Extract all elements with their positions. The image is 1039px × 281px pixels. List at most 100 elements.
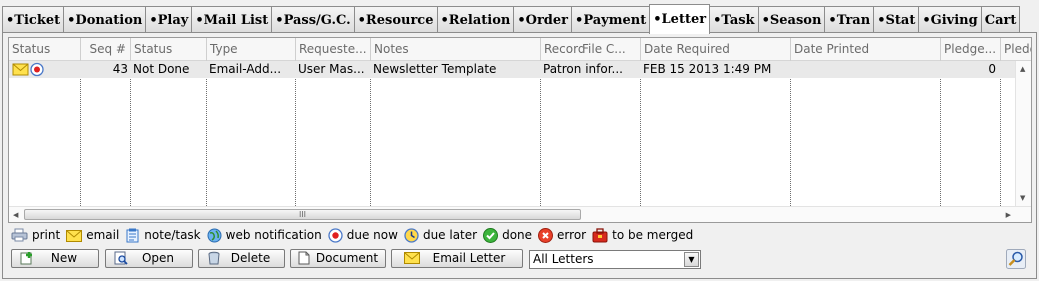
trash-icon xyxy=(208,251,220,265)
tab-season[interactable]: •Season xyxy=(757,6,826,33)
due-now-icon xyxy=(328,227,343,243)
email-letter-button[interactable]: Email Letter xyxy=(391,249,523,268)
tab-play[interactable]: •Play xyxy=(145,6,193,33)
column-divider xyxy=(80,61,81,206)
grid-header: Status Seq # Status Type Requeste... Not… xyxy=(9,38,1031,61)
email-icon xyxy=(12,62,44,77)
legend-error: error xyxy=(538,227,587,243)
tab-pass-gc[interactable]: •Pass/G.C. xyxy=(271,6,355,33)
column-divider xyxy=(295,61,296,206)
row-records: Patron infor... xyxy=(543,62,623,76)
col-date-printed[interactable]: Date Printed xyxy=(791,38,941,61)
letters-grid: Status Seq # Status Type Requeste... Not… xyxy=(8,37,1032,223)
row-notes: Newsletter Template xyxy=(373,62,497,76)
status-legend: print email note/task web notification d… xyxy=(11,226,699,244)
note-task-icon xyxy=(126,228,139,242)
letter-filter-select[interactable]: All Letters ▼ xyxy=(529,250,701,269)
tab-cart[interactable]: Cart xyxy=(980,6,1021,33)
col-requested[interactable]: Requeste... xyxy=(296,38,371,61)
tab-donation[interactable]: •Donation xyxy=(63,6,147,33)
tab-ticket[interactable]: •Ticket xyxy=(2,6,65,33)
horizontal-scrollbar[interactable]: ◀ III ▶ xyxy=(9,206,1031,222)
col-pledg[interactable]: Pledg xyxy=(1001,38,1031,61)
legend-due-later: due later xyxy=(404,227,478,243)
row-status: Not Done xyxy=(133,62,190,76)
row-seq: 43 xyxy=(112,62,128,76)
print-icon xyxy=(11,228,28,242)
legend-print-label: print xyxy=(32,228,61,242)
tab-relation[interactable]: •Relation xyxy=(436,6,515,33)
column-divider xyxy=(130,61,131,206)
tab-stat[interactable]: •Stat xyxy=(873,6,920,33)
chevron-down-icon[interactable]: ▼ xyxy=(684,252,699,267)
done-icon xyxy=(483,227,499,243)
legend-error-label: error xyxy=(557,228,587,242)
legend-note-task-label: note/task xyxy=(144,228,201,242)
tab-mail-list[interactable]: •Mail List xyxy=(191,6,273,33)
row-date-printed xyxy=(790,61,940,78)
delete-button-label: Delete xyxy=(230,251,271,265)
row-date-required: FEB 15 2013 1:49 PM xyxy=(643,62,772,76)
legend-note-task: note/task xyxy=(125,228,201,243)
scroll-left-icon[interactable]: ◀ xyxy=(13,211,18,219)
col-seq-label: Seq # xyxy=(89,42,127,56)
column-divider xyxy=(370,61,371,206)
col-status-icon[interactable]: Status xyxy=(9,38,81,61)
legend-done-label: done xyxy=(502,228,533,242)
vertical-scrollbar[interactable]: ▲ ▼ xyxy=(1015,61,1031,206)
open-button[interactable]: Open xyxy=(105,249,193,268)
scroll-up-icon[interactable]: ▲ xyxy=(1020,65,1025,73)
row-pledge: 0 xyxy=(988,62,996,76)
new-icon xyxy=(20,252,32,265)
table-row[interactable]: 43 Not Done Email-Add... User Mas... New… xyxy=(9,61,1015,78)
email-icon xyxy=(66,229,83,242)
horizontal-scroll-thumb[interactable]: III xyxy=(24,209,581,220)
col-notes[interactable]: Notes xyxy=(371,38,541,61)
due-later-icon xyxy=(404,227,419,243)
legend-email: email xyxy=(66,228,119,242)
tab-letter[interactable]: •Letter xyxy=(649,4,711,34)
col-records[interactable]: Records xyxy=(541,38,583,61)
col-pledge[interactable]: Pledge... xyxy=(941,38,1001,61)
row-type: Email-Add... xyxy=(209,62,282,76)
legend-web-notification: web notification xyxy=(207,228,322,243)
search-icon[interactable] xyxy=(1006,249,1026,269)
letter-panel: Status Seq # Status Type Requeste... Not… xyxy=(2,32,1037,279)
open-button-label: Open xyxy=(141,251,175,265)
open-icon xyxy=(114,251,128,265)
row-status-icons xyxy=(9,61,80,78)
tab-payment[interactable]: •Payment xyxy=(571,6,651,33)
tab-giving[interactable]: •Giving xyxy=(918,6,982,33)
legend-to-be-merged: to be merged xyxy=(592,227,693,243)
delete-button[interactable]: Delete xyxy=(198,249,285,268)
document-button[interactable]: Document xyxy=(290,249,386,268)
legend-done: done xyxy=(483,227,533,243)
scroll-down-icon[interactable]: ▼ xyxy=(1020,194,1025,202)
tab-order[interactable]: •Order xyxy=(513,6,573,33)
scroll-right-icon[interactable]: ▶ xyxy=(1006,211,1011,219)
column-divider xyxy=(540,61,541,206)
email-icon xyxy=(404,252,420,264)
legend-print: print xyxy=(11,228,60,242)
column-divider xyxy=(790,61,791,206)
col-status[interactable]: Status xyxy=(131,38,207,61)
new-button[interactable]: New xyxy=(11,249,99,268)
column-divider xyxy=(940,61,941,206)
col-type[interactable]: Type xyxy=(207,38,296,61)
document-icon xyxy=(298,251,310,265)
tab-bar: •Ticket •Donation •Play •Mail List •Pass… xyxy=(2,4,1021,34)
legend-email-label: email xyxy=(86,228,120,242)
col-date-required[interactable]: Date Required xyxy=(641,38,791,61)
col-seq[interactable]: Seq # xyxy=(81,38,131,61)
legend-web-notification-label: web notification xyxy=(225,228,322,242)
column-divider xyxy=(640,61,641,206)
tab-task[interactable]: •Task xyxy=(709,6,759,33)
error-icon xyxy=(538,227,554,243)
to-be-merged-icon xyxy=(592,227,608,242)
legend-due-now: due now xyxy=(328,227,398,243)
tab-tran[interactable]: •Tran xyxy=(824,6,875,33)
col-file-c[interactable]: File C... xyxy=(580,38,641,61)
legend-due-later-label: due later xyxy=(422,228,478,242)
tab-resource[interactable]: •Resource xyxy=(353,6,438,33)
legend-due-now-label: due now xyxy=(346,228,398,242)
